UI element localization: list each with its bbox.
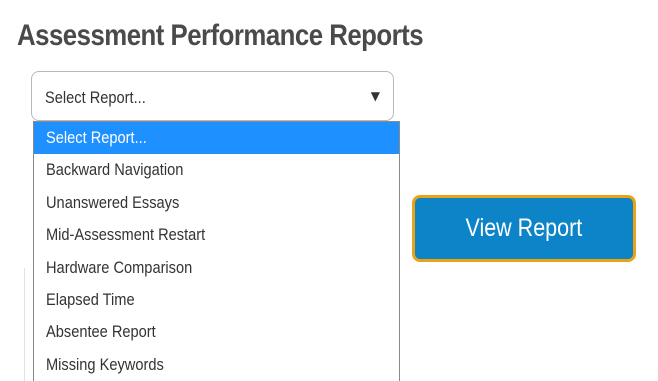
dropdown-option-hardware-comparison[interactable]: Hardware Comparison [34, 252, 399, 284]
dropdown-option-label: Absentee Report [46, 322, 156, 342]
dropdown-option-backward-navigation[interactable]: Backward Navigation [34, 154, 399, 186]
dropdown-option-label: Select Report... [46, 128, 147, 147]
dropdown-option-label: Unanswered Essays [46, 192, 180, 212]
report-select-value: Select Report... [45, 88, 146, 107]
dropdown-option-label: Hardware Comparison [46, 257, 193, 277]
dropdown-option-elapsed-time[interactable]: Elapsed Time [34, 284, 399, 316]
dropdown-option-unanswered-essays[interactable]: Unanswered Essays [34, 187, 399, 219]
dropdown-option-select-report[interactable]: Select Report... [34, 122, 399, 155]
dropdown-option-label: Mid-Assessment Restart [46, 225, 206, 245]
report-dropdown-list[interactable]: Select Report... Backward Navigation Una… [33, 121, 400, 381]
dropdown-option-label: Backward Navigation [46, 160, 184, 180]
dropdown-option-label: Elapsed Time [46, 289, 135, 309]
dropdown-option-label: Missing Keywords [46, 354, 164, 374]
report-page: Assessment Performance Reports Select Re… [0, 0, 658, 381]
dropdown-option-absentee-report[interactable]: Absentee Report [34, 316, 399, 348]
dropdown-option-missing-keywords[interactable]: Missing Keywords [34, 349, 399, 381]
panel-divider [24, 268, 25, 381]
triangle-down-icon: ▼ [370, 89, 380, 103]
dropdown-option-mid-assessment-restart[interactable]: Mid-Assessment Restart [34, 219, 399, 251]
report-select[interactable]: Select Report... ▼ [31, 71, 394, 121]
page-title: Assessment Performance Reports [17, 19, 424, 52]
view-report-button[interactable]: View Report [412, 195, 636, 262]
view-report-label: View Report [465, 214, 583, 242]
